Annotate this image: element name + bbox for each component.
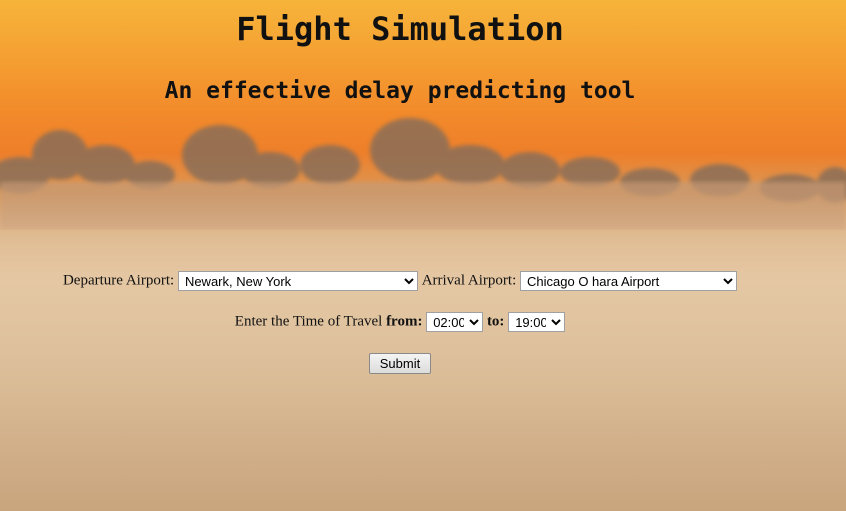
time-row: Enter the Time of Travel from: 02:00 to:… [0, 312, 800, 332]
to-label: to: [486, 313, 505, 330]
from-label: from: [386, 313, 423, 330]
departure-label: Departure Airport: [62, 272, 175, 289]
cloud-layer [0, 118, 846, 230]
page-subtitle: An effective delay predicting tool [164, 78, 636, 104]
submit-row: Submit [0, 353, 800, 374]
arrival-select[interactable]: Chicago O hara Airport [520, 271, 738, 291]
departure-select[interactable]: Newark, New York [177, 271, 418, 291]
arrival-label: Arrival Airport: [421, 272, 517, 289]
submit-button[interactable]: Submit [368, 353, 432, 374]
to-time-select[interactable]: 19:00 [508, 312, 566, 332]
from-time-select[interactable]: 02:00 [426, 312, 484, 332]
airport-row: Departure Airport: Newark, New York Arri… [0, 271, 800, 291]
time-label: Enter the Time of Travel [234, 313, 383, 330]
page-title: Flight Simulation [236, 10, 564, 48]
